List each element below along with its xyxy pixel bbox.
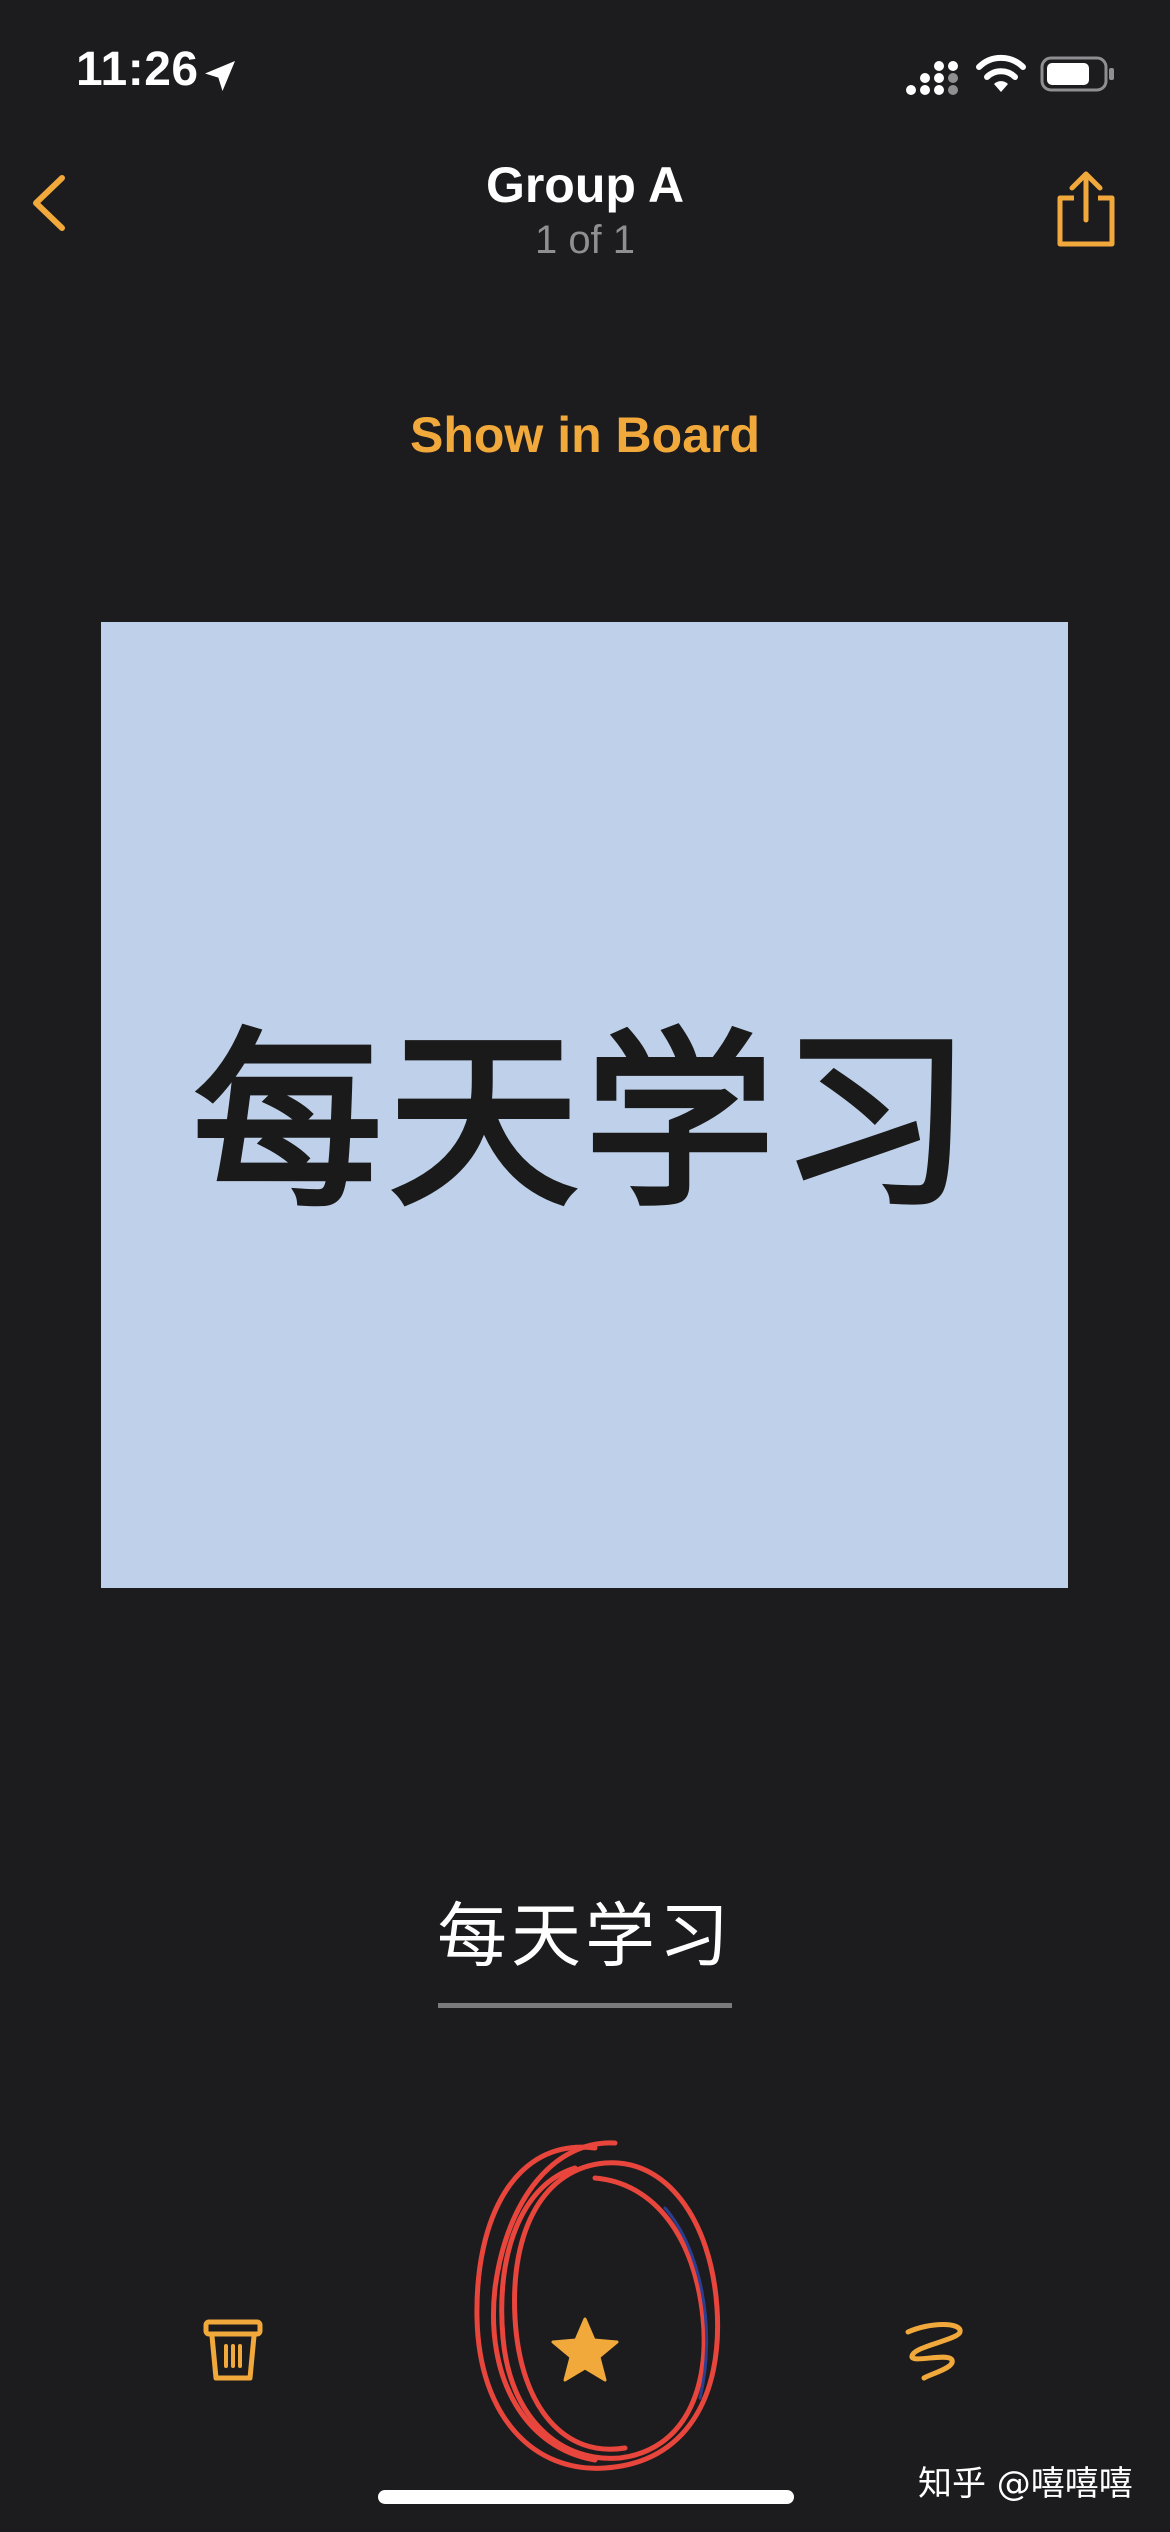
watermark: 知乎 @嘻嘻嘻 — [918, 2464, 1133, 2504]
status-time: 11:26 — [76, 43, 199, 96]
show-in-board-button[interactable]: Show in Board — [0, 406, 1170, 464]
scribble-icon[interactable] — [900, 2318, 970, 2382]
location-arrow-icon — [205, 61, 235, 91]
wifi-icon — [976, 54, 1026, 92]
home-indicator[interactable] — [378, 2490, 794, 2504]
battery-icon — [1040, 56, 1114, 92]
flashcard[interactable]: 每天学习 — [101, 622, 1068, 1588]
cellular-signal-icon — [906, 61, 958, 95]
flashcard-text: 每天学习 — [192, 1011, 977, 1233]
annotation-circle — [474, 2140, 721, 2471]
caption-underline — [438, 2003, 732, 2008]
card-caption[interactable]: 每天学习 — [0, 1880, 1170, 1981]
page-title: Group A — [485, 157, 685, 213]
page-counter: 1 of 1 — [534, 218, 636, 262]
star-icon[interactable] — [550, 2316, 620, 2384]
trash-icon[interactable] — [202, 2318, 264, 2382]
share-icon[interactable] — [1050, 168, 1122, 250]
